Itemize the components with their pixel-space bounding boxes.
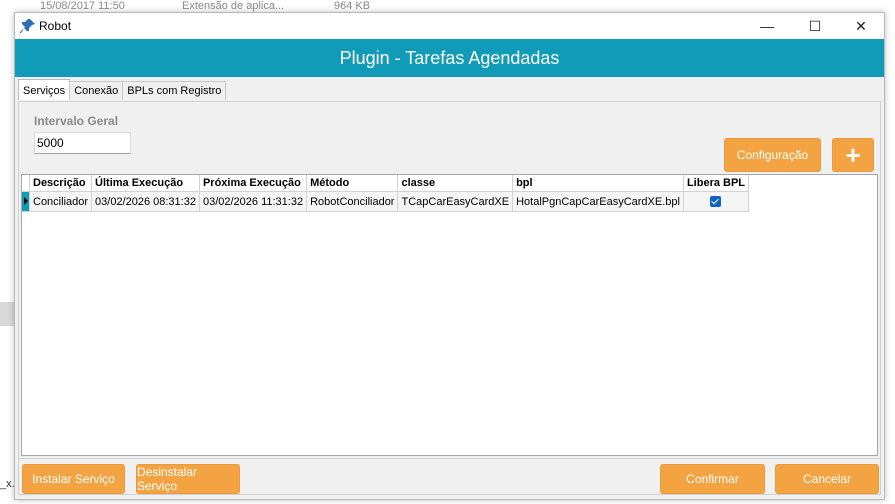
cell-descricao[interactable]: Conciliador <box>29 191 93 212</box>
configuration-button-label: Configuração <box>736 148 809 162</box>
cell-bpl[interactable]: HotalPgnCapCarEasyCardXE.bpl <box>512 191 684 212</box>
column-header-bpl[interactable]: bpl <box>512 175 684 192</box>
background-text: _x. <box>0 478 15 490</box>
tab-servicos[interactable]: Serviços <box>18 79 71 100</box>
column-header-proxima-execucao[interactable]: Próxima Execução <box>199 175 308 192</box>
tab-bar: Serviços Conexão BPLs com Registro <box>18 79 227 101</box>
maximize-icon: ☐ <box>808 17 822 34</box>
services-panel: Intervalo Geral Configuração + Descrição… <box>18 101 881 495</box>
add-button[interactable]: + <box>832 138 874 172</box>
footer-divider <box>19 458 880 459</box>
cancel-label: Cancelar <box>802 472 852 486</box>
minimize-button[interactable]: — <box>744 13 790 39</box>
cell-proxima-execucao[interactable]: 03/02/2026 11:31:32 <box>199 191 308 212</box>
install-service-label: Instalar Serviço <box>32 472 115 486</box>
confirm-label: Confirmar <box>686 472 739 486</box>
column-header-metodo[interactable]: Método <box>306 175 399 192</box>
maximize-button[interactable]: ☐ <box>792 13 838 39</box>
page-title: Plugin - Tarefas Agendadas <box>339 47 560 68</box>
robot-window: Robot — ☐ ✕ Plugin - Tarefas Agendadas S… <box>14 12 885 500</box>
row-indicator-header <box>22 175 30 192</box>
minimize-icon: — <box>760 18 774 34</box>
page-title-banner: Plugin - Tarefas Agendadas <box>15 39 884 77</box>
cell-libera-bpl[interactable] <box>683 191 750 212</box>
libera-bpl-checkbox[interactable] <box>710 196 722 208</box>
interval-label: Intervalo Geral <box>34 114 119 128</box>
cell-ultima-execucao[interactable]: 03/02/2026 08:31:32 <box>91 191 200 212</box>
interval-input[interactable] <box>34 132 131 154</box>
file-date: 15/08/2017 11:50 <box>40 0 125 12</box>
services-table: Descrição Última Execução Próxima Execuç… <box>22 175 750 212</box>
table-header-row: Descrição Última Execução Próxima Execuç… <box>22 175 750 192</box>
file-type: Extensão de aplica... <box>182 0 285 12</box>
window-title: Robot <box>39 19 72 33</box>
column-header-ultima-execucao[interactable]: Última Execução <box>91 175 200 192</box>
confirm-button[interactable]: Confirmar <box>660 464 765 494</box>
pin-icon <box>20 19 35 33</box>
install-service-button[interactable]: Instalar Serviço <box>22 464 125 494</box>
background-panel <box>0 302 14 326</box>
cancel-button[interactable]: Cancelar <box>775 464 879 494</box>
plus-icon: + <box>845 139 861 170</box>
close-icon: ✕ <box>855 17 867 34</box>
table-row[interactable]: Conciliador 03/02/2026 08:31:32 03/02/20… <box>22 191 750 212</box>
tab-conexao[interactable]: Conexão <box>69 81 124 100</box>
uninstall-service-button[interactable]: Desinstalar Serviço <box>136 464 240 494</box>
column-header-libera-bpl[interactable]: Libera BPL <box>683 175 750 192</box>
column-header-classe[interactable]: classe <box>397 175 514 192</box>
configuration-button[interactable]: Configuração <box>724 138 821 172</box>
tab-bpls-com-registro[interactable]: BPLs com Registro <box>122 81 227 100</box>
row-selected-indicator <box>22 191 30 212</box>
services-grid[interactable]: Descrição Última Execução Próxima Execuç… <box>21 174 878 456</box>
uninstall-service-label: Desinstalar Serviço <box>137 465 198 493</box>
title-bar[interactable]: Robot — ☐ ✕ <box>15 13 884 39</box>
cell-classe[interactable]: TCapCarEasyCardXE <box>397 191 514 212</box>
close-button[interactable]: ✕ <box>838 13 884 39</box>
column-header-descricao[interactable]: Descrição <box>29 175 93 192</box>
file-size: 964 KB <box>334 0 371 12</box>
cell-metodo[interactable]: RobotConciliador <box>306 191 399 212</box>
